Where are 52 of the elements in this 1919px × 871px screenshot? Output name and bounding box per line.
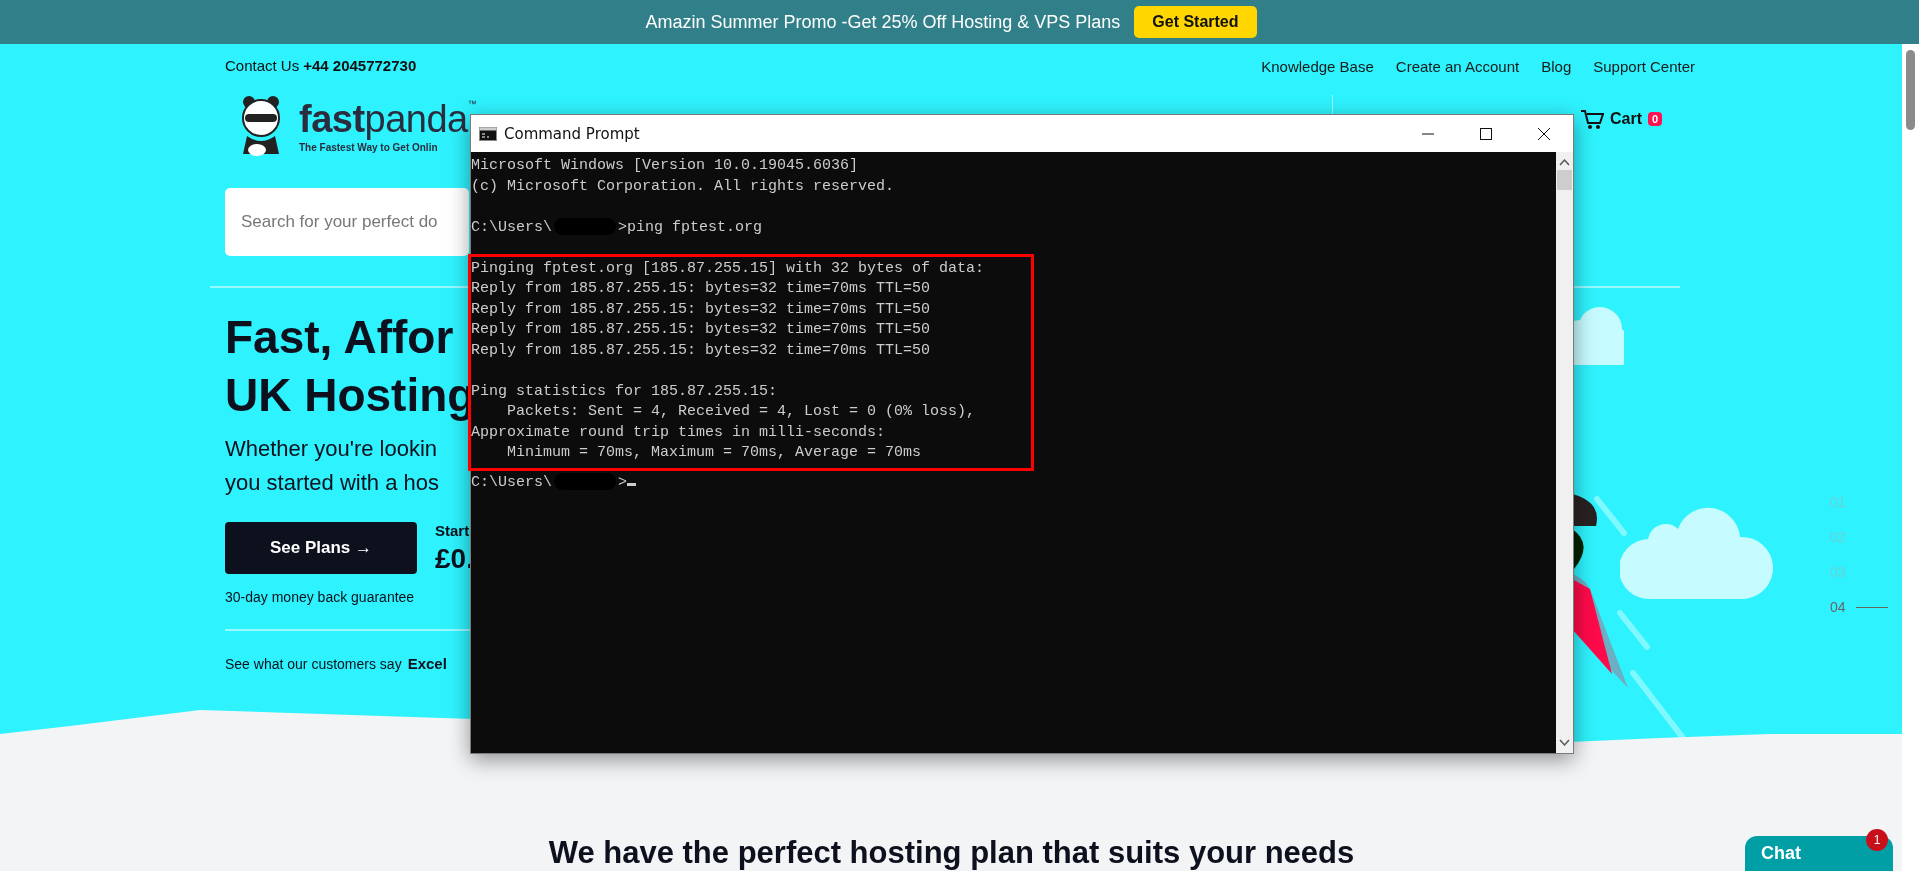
terminal-line: Reply from 185.87.255.15: bytes=32 time=70ms TTL=50 xyxy=(471,320,932,340)
terminal-line: Reply from 185.87.255.15: bytes=32 time=70ms TTL=50 xyxy=(471,340,932,361)
hero-subtext: you started with a hos xyxy=(225,469,439,497)
reviews-text: See what our customers say xyxy=(225,656,402,672)
terminal-icon xyxy=(479,126,497,141)
terminal-prompt: C:\Users\ xyxy=(471,218,552,236)
price-label: Start xyxy=(435,522,471,539)
streak-line xyxy=(1617,610,1650,650)
terminal-line: Microsoft Windows [Version 10.0.19045.6036] xyxy=(471,156,860,176)
cart-count-badge: 0 xyxy=(1648,112,1663,126)
scrollbar-thumb[interactable] xyxy=(1557,170,1572,190)
slide-indicator[interactable]: 04 xyxy=(1830,599,1888,615)
hero-subtext: Whether you're lookin xyxy=(225,435,438,463)
cart-link[interactable]: Cart xyxy=(1610,110,1642,128)
nav-link[interactable]: Blog xyxy=(1541,57,1572,75)
terminal-line: Pinging fptest.org [185.87.255.15] with 32 bytes of data: xyxy=(471,258,986,279)
scroll-down-icon[interactable] xyxy=(1559,739,1570,747)
terminal-line: Minimum = 70ms, Maximum = 70ms, Average = 70ms xyxy=(506,443,923,463)
nav-link[interactable]: Support Center xyxy=(1593,57,1695,75)
hero-heading: Fast, Affor xyxy=(225,310,454,365)
reviews-rating: Excel xyxy=(407,655,447,672)
scroll-up-icon[interactable] xyxy=(1559,158,1570,166)
promo-text: Amazin Summer Promo -Get 25% Off Hosting & VPS Plans xyxy=(645,11,1121,33)
maximize-icon xyxy=(1480,127,1492,140)
terminal-line: Approximate round trip times in milli-seconds: xyxy=(471,422,887,443)
contact-label: Contact Us xyxy=(225,57,300,74)
see-plans-button[interactable]: See Plans → xyxy=(225,522,417,574)
terminal-command: > xyxy=(618,473,628,491)
terminal-command: >ping fptest.org xyxy=(618,218,763,236)
nav-link[interactable]: Create an Account xyxy=(1395,57,1520,75)
price-value: £0. xyxy=(435,543,474,575)
brand-wordmark: fastpanda$^{™}$ xyxy=(299,99,477,138)
scrollbar-thumb[interactable] xyxy=(1906,50,1915,130)
brand-tagline: The Fastest Way to Get Onlin xyxy=(299,141,439,153)
streak-line xyxy=(1594,496,1627,536)
close-icon xyxy=(1538,127,1550,140)
cart-icon[interactable] xyxy=(1580,108,1604,130)
terminal-line: Reply from 185.87.255.15: bytes=32 time=70ms TTL=50 xyxy=(471,299,932,320)
terminal-line: Packets: Sent = 4, Received = 4, Lost = 0 (0% loss), xyxy=(506,402,977,422)
domain-search-field[interactable]: Search for your perfect do xyxy=(225,188,469,256)
nav-link[interactable]: Knowledge Base xyxy=(1261,57,1374,75)
window-title: Command Prompt xyxy=(504,124,641,143)
phone-number: +44 2045772730 xyxy=(303,57,417,74)
page-scrollbar[interactable] xyxy=(1902,44,1919,871)
terminal-line: (c) Microsoft Corporation. All rights reserved. xyxy=(471,176,896,197)
terminal-prompt: C:\Users\ xyxy=(471,473,552,491)
guarantee-text: 30-day money back guarantee xyxy=(225,589,416,605)
section-heading: We have the perfect hosting plan that suits your needs xyxy=(548,835,1355,871)
terminal-line: Reply from 185.87.255.15: bytes=32 time=70ms TTL=50 xyxy=(471,279,932,299)
get-started-button[interactable]: Get Started xyxy=(1134,6,1257,38)
chat-notification-badge: 1 xyxy=(1866,829,1888,851)
terminal-scrollbar[interactable] xyxy=(1556,152,1573,753)
